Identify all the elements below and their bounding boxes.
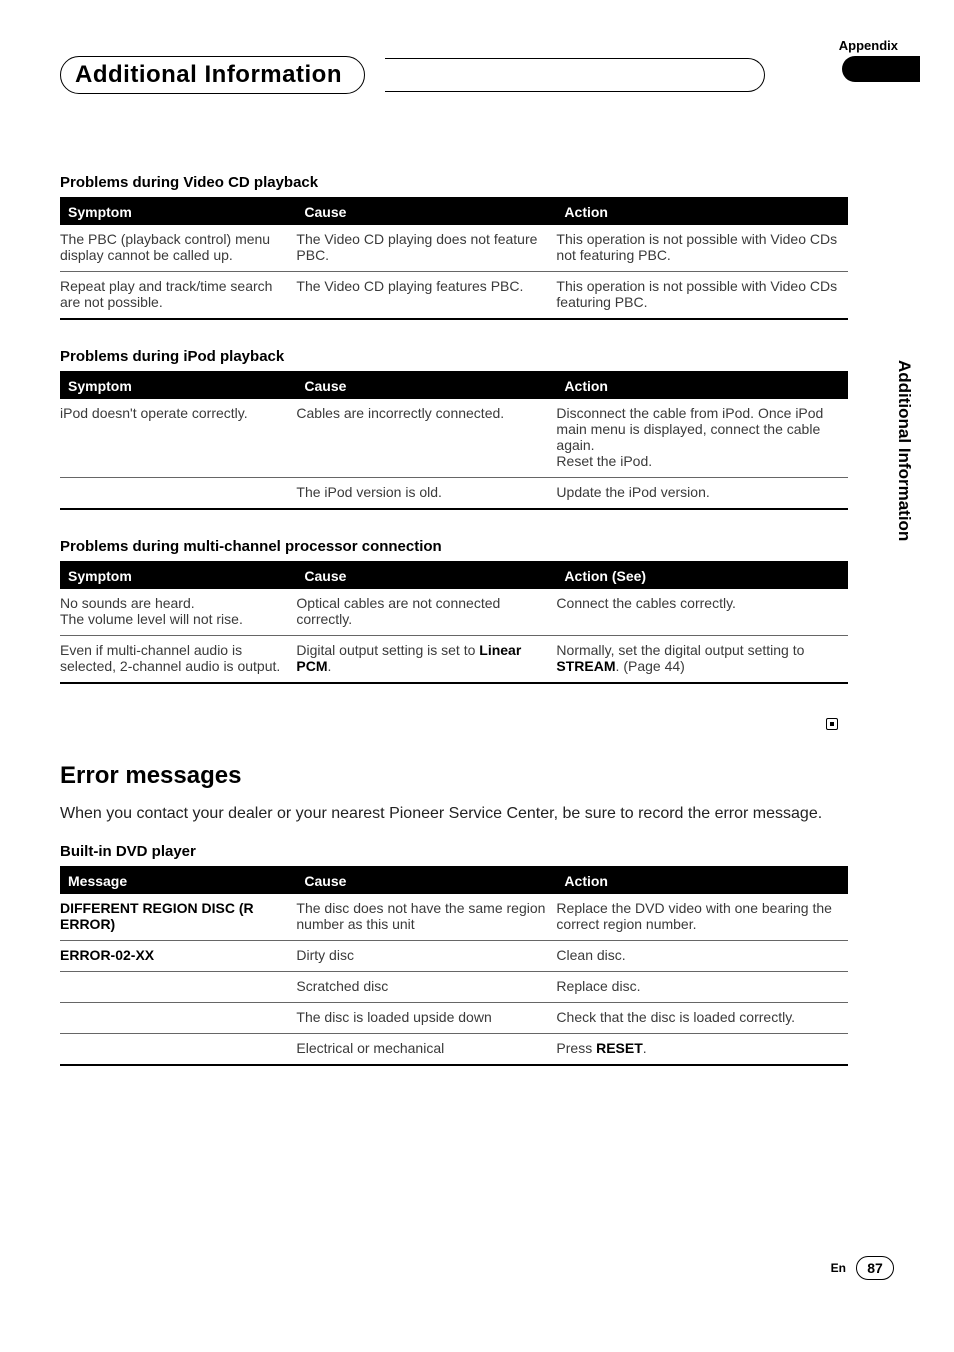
cell: Normally, set the digital output setting… <box>556 636 848 684</box>
bold-text: STREAM <box>556 658 615 674</box>
th-message: Message <box>60 867 296 894</box>
subheading-dvd-player: Built-in DVD player <box>60 843 848 860</box>
table-row: ERROR-02-XX Dirty disc Clean disc. <box>60 941 848 972</box>
cell: Optical cables are not connected correct… <box>296 589 556 636</box>
cell <box>60 478 296 510</box>
table-ipod: Symptom Cause Action iPod doesn't operat… <box>60 371 848 510</box>
cell: No sounds are heard. The volume level wi… <box>60 589 296 636</box>
table-error-messages: Message Cause Action DIFFERENT REGION DI… <box>60 866 848 1066</box>
cell: Press RESET. <box>556 1034 848 1066</box>
cell-message: DIFFERENT REGION DISC (R ERROR) <box>60 894 296 941</box>
table-row: The iPod version is old. Update the iPod… <box>60 478 848 510</box>
text: . <box>643 1040 647 1056</box>
section-heading: Additional Information <box>75 61 342 88</box>
cell: Repeat play and track/time search are no… <box>60 272 296 320</box>
th-cause: Cause <box>296 867 556 894</box>
table-row: Electrical or mechanical Press RESET. <box>60 1034 848 1066</box>
cell: The Video CD playing does not feature PB… <box>296 225 556 272</box>
cell: The PBC (playback control) menu display … <box>60 225 296 272</box>
cell: This operation is not possible with Vide… <box>556 225 848 272</box>
cell: Electrical or mechanical <box>296 1034 556 1066</box>
text: Digital output setting is set to <box>296 642 479 658</box>
subheading-ipod: Problems during iPod playback <box>60 348 848 365</box>
th-cause: Cause <box>296 372 556 399</box>
cell: Check that the disc is loaded correctly. <box>556 1003 848 1034</box>
side-section-label: Additional Information <box>894 360 914 541</box>
section-heading-pill: Additional Information <box>60 56 365 94</box>
appendix-label: Appendix <box>839 38 898 53</box>
cell: Cables are incorrectly connected. <box>296 399 556 478</box>
subheading-video-cd: Problems during Video CD playback <box>60 174 848 191</box>
table-row: The PBC (playback control) menu display … <box>60 225 848 272</box>
cell: Even if multi-channel audio is selected,… <box>60 636 296 684</box>
heading-error-messages: Error messages <box>60 762 848 790</box>
cell: Scratched disc <box>296 972 556 1003</box>
table-row: No sounds are heard. The volume level wi… <box>60 589 848 636</box>
cell-message: ERROR-02-XX <box>60 941 296 972</box>
cell: Digital output setting is set to Linear … <box>296 636 556 684</box>
cell: Dirty disc <box>296 941 556 972</box>
cell: The disc is loaded upside down <box>296 1003 556 1034</box>
th-cause: Cause <box>296 198 556 225</box>
cell: Update the iPod version. <box>556 478 848 510</box>
table-row: Repeat play and track/time search are no… <box>60 272 848 320</box>
page-tab-marker <box>842 56 920 82</box>
cell-message <box>60 1003 296 1034</box>
section-end-icon <box>826 718 838 730</box>
table-row: Even if multi-channel audio is selected,… <box>60 636 848 684</box>
th-action: Action <box>556 372 848 399</box>
table-row: DIFFERENT REGION DISC (R ERROR) The disc… <box>60 894 848 941</box>
th-symptom: Symptom <box>60 198 296 225</box>
text: . <box>328 658 332 674</box>
th-symptom: Symptom <box>60 372 296 399</box>
error-intro-text: When you contact your dealer or your nea… <box>60 802 880 825</box>
cell: iPod doesn't operate correctly. <box>60 399 296 478</box>
heading-rule <box>385 58 765 92</box>
table-row: The disc is loaded upside down Check tha… <box>60 1003 848 1034</box>
cell: This operation is not possible with Vide… <box>556 272 848 320</box>
cell: Connect the cables correctly. <box>556 589 848 636</box>
th-action: Action <box>556 867 848 894</box>
cell-message <box>60 1034 296 1066</box>
table-video-cd: Symptom Cause Action The PBC (playback c… <box>60 197 848 320</box>
bold-text: RESET <box>596 1040 643 1056</box>
cell-message <box>60 972 296 1003</box>
cell: The Video CD playing features PBC. <box>296 272 556 320</box>
table-multi-channel: Symptom Cause Action (See) No sounds are… <box>60 561 848 684</box>
th-action-see: Action (See) <box>556 562 848 589</box>
cell: The iPod version is old. <box>296 478 556 510</box>
table-row: iPod doesn't operate correctly. Cables a… <box>60 399 848 478</box>
table-row: Scratched disc Replace disc. <box>60 972 848 1003</box>
text: Normally, set the digital output setting… <box>556 642 804 658</box>
text: . (Page 44) <box>616 658 685 674</box>
th-cause: Cause <box>296 562 556 589</box>
cell: The disc does not have the same region n… <box>296 894 556 941</box>
footer-language: En <box>831 1261 846 1275</box>
page-number: 87 <box>856 1256 894 1280</box>
cell: Disconnect the cable from iPod. Once iPo… <box>556 399 848 478</box>
th-symptom: Symptom <box>60 562 296 589</box>
cell: Replace disc. <box>556 972 848 1003</box>
th-action: Action <box>556 198 848 225</box>
cell: Clean disc. <box>556 941 848 972</box>
cell: Replace the DVD video with one bearing t… <box>556 894 848 941</box>
subheading-multi-channel: Problems during multi-channel processor … <box>60 538 848 555</box>
text: Press <box>556 1040 596 1056</box>
